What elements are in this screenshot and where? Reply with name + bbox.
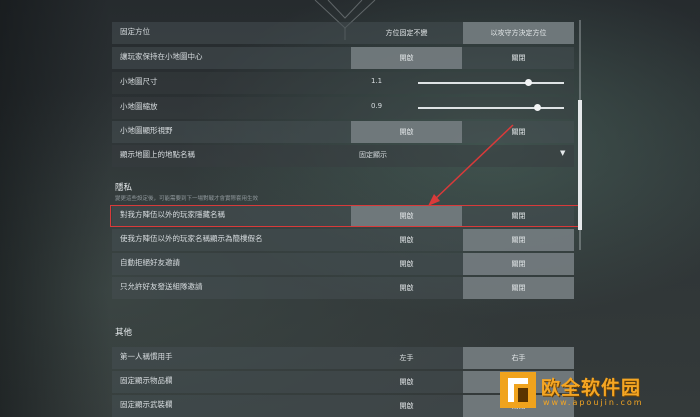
section-title-other: 其他 — [115, 328, 133, 338]
setting-label: 第一人稱慣用手 — [120, 352, 173, 361]
option-on[interactable]: 開啟 — [351, 371, 462, 393]
setting-row-handedness: 第一人稱慣用手 左手 右手 — [112, 347, 574, 369]
setting-label: 固定顯示武裝欄 — [120, 400, 173, 409]
scrollbar-thumb[interactable] — [578, 100, 582, 230]
watermark-logo-icon — [500, 372, 536, 408]
setting-label: 固定顯示物品欄 — [120, 376, 173, 385]
option-on[interactable]: 開啟 — [351, 395, 462, 417]
option-right-hand[interactable]: 右手 — [463, 347, 574, 369]
watermark-text: 欧全软件园 — [541, 377, 642, 399]
option-left-hand[interactable]: 左手 — [351, 347, 462, 369]
watermark-url: www.apoujin.com — [543, 398, 644, 407]
